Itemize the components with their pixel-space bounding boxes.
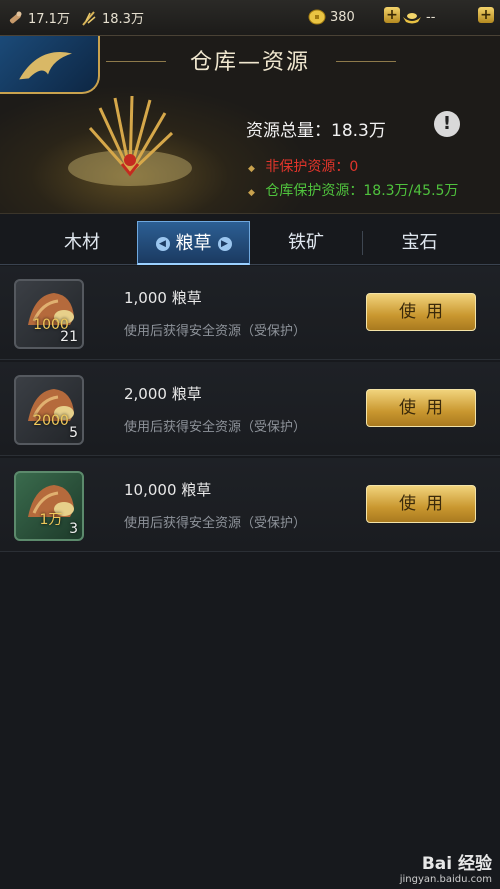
item-slot[interactable]: 1000 21: [14, 279, 84, 349]
item-description: 使用后获得安全资源（受保护）: [124, 420, 307, 435]
use-button[interactable]: 使用: [366, 485, 476, 523]
unprotected-label: 非保护资源：: [265, 159, 350, 175]
tab-grain-label: 粮草: [175, 233, 212, 254]
coin-icon: [308, 9, 326, 25]
list-item: 2000 5 2,000 粮草 使用后获得安全资源（受保护） 使用: [0, 362, 500, 456]
item-count: 21: [60, 329, 78, 345]
unprotected-value: 0: [349, 159, 359, 175]
resource-tabs: 木材 ◀ 粮草 ▶ 铁矿 宝石: [0, 221, 500, 265]
grain-value: 18.3万: [102, 12, 144, 27]
use-button[interactable]: 使用: [366, 293, 476, 331]
use-button[interactable]: 使用: [366, 389, 476, 427]
baidu-jingyan-watermark: Bai 经验 jingyan.baidu.com: [400, 849, 492, 885]
add-ingot-button[interactable]: +: [478, 7, 494, 23]
coin-resource: 380: [308, 8, 355, 26]
tab-gem[interactable]: 宝石: [362, 221, 477, 265]
ingot-value: --: [426, 9, 436, 25]
resource-total: 资源总量：18.3万: [246, 121, 386, 141]
prev-arrow-icon[interactable]: ◀: [155, 237, 170, 251]
protected-resource-row: ◆ 仓库保护资源：18.3万/45.5万: [248, 180, 458, 200]
wood-icon: [9, 11, 22, 23]
protected-label: 仓库保护资源：: [265, 183, 364, 199]
item-name: 10,000 粮草: [124, 481, 212, 499]
grain-icon: [82, 10, 96, 26]
item-description: 使用后获得安全资源（受保护）: [124, 324, 307, 339]
top-resource-bar: 17.1万 18.3万 380 + -- +: [0, 0, 500, 36]
wood-resource: 17.1万: [6, 8, 70, 27]
list-item: 1万 3 10,000 粮草 使用后获得安全资源（受保护） 使用: [0, 458, 500, 552]
item-slot[interactable]: 2000 5: [14, 375, 84, 445]
item-name: 2,000 粮草: [124, 385, 202, 403]
tab-grain[interactable]: ◀ 粮草 ▶: [137, 221, 250, 265]
protected-value: 18.3万/45.5万: [363, 183, 459, 199]
diamond-bullet-icon: ◆: [248, 164, 255, 174]
item-name: 1,000 粮草: [124, 289, 202, 307]
watermark-logo: Bai 经验: [421, 854, 492, 874]
title-divider-right: [336, 61, 396, 62]
item-count: 3: [69, 521, 78, 537]
list-item: 1000 21 1,000 粮草 使用后获得安全资源（受保护） 使用: [0, 266, 500, 360]
add-coin-button[interactable]: +: [384, 7, 400, 23]
wheat-bundle-icon: [68, 95, 192, 186]
diamond-bullet-icon: ◆: [248, 188, 255, 198]
item-count: 5: [69, 425, 78, 441]
info-icon[interactable]: !: [434, 111, 460, 137]
coin-value: 380: [330, 9, 355, 25]
watermark-url: jingyan.baidu.com: [399, 874, 492, 885]
page-title: 仓库—资源: [189, 50, 310, 75]
gold-ingot-icon: [403, 13, 421, 24]
item-description: 使用后获得安全资源（受保护）: [124, 516, 307, 531]
next-arrow-icon[interactable]: ▶: [217, 237, 232, 251]
ingot-resource: --: [402, 8, 435, 26]
dragon-emblem-icon: [0, 36, 100, 94]
tab-iron[interactable]: 铁矿: [250, 221, 362, 265]
tab-wood[interactable]: 木材: [22, 221, 142, 265]
item-slot[interactable]: 1万 3: [14, 471, 84, 541]
wood-value: 17.1万: [28, 12, 70, 27]
grain-resource: 18.3万: [80, 8, 144, 27]
unprotected-resource-row: ◆ 非保护资源：0: [248, 156, 358, 176]
